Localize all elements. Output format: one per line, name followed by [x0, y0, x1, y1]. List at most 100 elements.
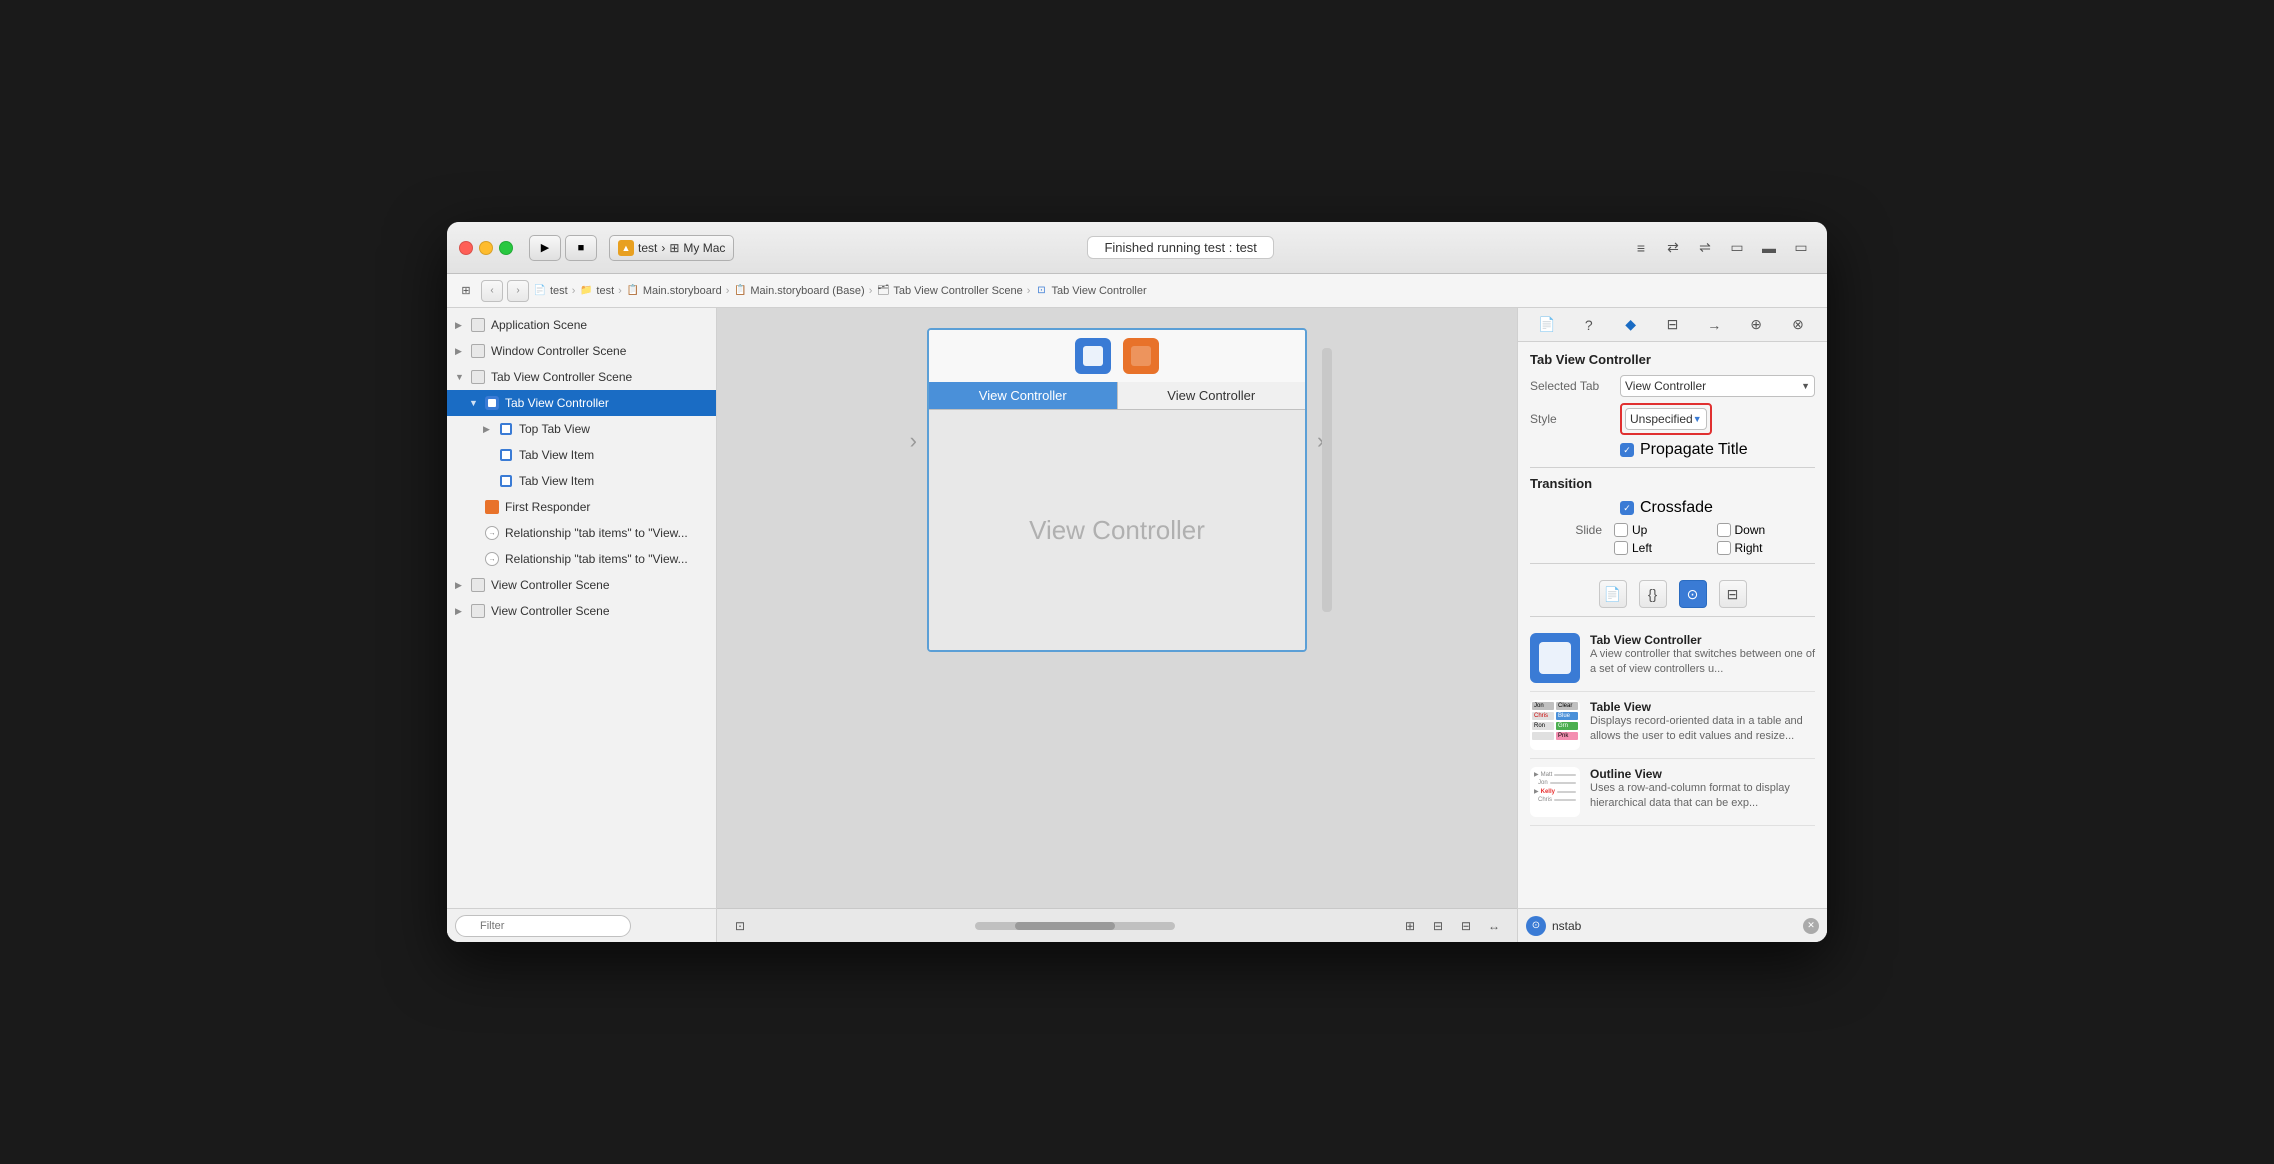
canvas-hscrollbar[interactable] [975, 922, 1175, 930]
breadcrumb-item-1[interactable]: 📁 test [579, 284, 614, 298]
scene-icons-row [929, 330, 1305, 382]
align-icon[interactable]: ⊟ [1427, 915, 1449, 937]
grid-bottom-icon[interactable]: ⊞ [1399, 915, 1421, 937]
outline-rows: ▶ Matt Jon ▶ Kelly [1532, 769, 1578, 805]
debug-icon[interactable]: ▬ [1755, 235, 1783, 261]
sidebar-label-first-responder: First Responder [505, 500, 590, 514]
minimize-button[interactable] [479, 241, 493, 255]
inspector-effects-icon[interactable]: ⊗ [1785, 312, 1811, 338]
library-search-input[interactable] [1552, 915, 1797, 937]
fit-icon[interactable]: ⊡ [729, 915, 751, 937]
inspector-help-icon[interactable]: ? [1576, 312, 1602, 338]
expand-arrow: ▼ [469, 398, 483, 408]
storyboard-icon [469, 576, 487, 594]
table-row-mini-1: Chris Blue [1532, 712, 1578, 720]
sidebar-label-top-tab-view: Top Tab View [519, 422, 590, 436]
sidebar-item-tab-view-controller-scene[interactable]: ▼ Tab View Controller Scene [447, 364, 716, 390]
propagate-title-label: Propagate Title [1640, 441, 1748, 459]
breadcrumb-label-5: Tab View Controller [1051, 285, 1146, 297]
storyboard-icon-0: 📄 [533, 284, 547, 298]
inspector-file-icon[interactable]: 📄 [1534, 312, 1560, 338]
panel-file-icon-btn[interactable]: 📄 [1599, 580, 1627, 608]
inspector-connections-icon[interactable]: → [1701, 312, 1727, 338]
back-button[interactable]: ‹ [481, 280, 503, 302]
tab-btn-1[interactable]: View Controller [1118, 382, 1306, 409]
panel-circle-icon-btn[interactable]: ⊙ [1679, 580, 1707, 608]
sidebar-item-window-controller-scene[interactable]: ▶ Window Controller Scene [447, 338, 716, 364]
sidebar-label-relationship-1: Relationship "tab items" to "View... [505, 526, 688, 540]
sidebar-item-relationship-2[interactable]: → Relationship "tab items" to "View... [447, 546, 716, 572]
fullscreen-button[interactable] [499, 241, 513, 255]
sidebar-item-application-scene[interactable]: ▶ Application Scene [447, 312, 716, 338]
storyboard-icon [469, 602, 487, 620]
style-select[interactable]: Unspecified ▼ [1625, 408, 1707, 430]
right-checkbox[interactable] [1717, 541, 1731, 555]
view-icon [497, 446, 515, 464]
breadcrumb-item-3[interactable]: 📋 Main.storyboard (Base) [733, 284, 864, 298]
breadcrumb-item-0[interactable]: 📄 test [533, 284, 568, 298]
close-button[interactable] [459, 241, 473, 255]
inspector-size-icon[interactable]: ⊟ [1659, 312, 1685, 338]
left-checkbox[interactable] [1614, 541, 1628, 555]
filter-input[interactable] [455, 915, 631, 937]
navigator-icon[interactable]: ▭ [1723, 235, 1751, 261]
sidebar-item-first-responder[interactable]: First Responder [447, 494, 716, 520]
down-row: Down [1717, 523, 1816, 537]
forward-button[interactable]: › [507, 280, 529, 302]
breadcrumb-item-4[interactable]: 🗂 Tab View Controller Scene [876, 284, 1022, 298]
panel-braces-icon-btn[interactable]: {} [1639, 580, 1667, 608]
up-label: Up [1632, 523, 1647, 537]
down-checkbox[interactable] [1717, 523, 1731, 537]
tab-icon-5: ⊡ [1034, 284, 1048, 298]
breadcrumb-sep-3: › [869, 285, 873, 297]
table-cell: Chris [1532, 712, 1554, 720]
panel-table-icon-btn[interactable]: ⊟ [1719, 580, 1747, 608]
run-button[interactable]: ▶ [529, 235, 561, 261]
inspector-icon[interactable]: ▭ [1787, 235, 1815, 261]
target-name: My Mac [683, 241, 725, 255]
sidebar-item-tab-view-item-1[interactable]: Tab View Item [447, 442, 716, 468]
sidebar-item-tab-view-item-2[interactable]: Tab View Item [447, 468, 716, 494]
canvas-vscrollbar[interactable] [1322, 348, 1332, 612]
breadcrumb-item-2[interactable]: 📋 Main.storyboard [626, 284, 722, 298]
zoom-icon[interactable]: ↔ [1483, 915, 1505, 937]
stop-button[interactable]: ■ [565, 235, 597, 261]
library-search-clear-button[interactable]: ✕ [1803, 918, 1819, 934]
outline-bar-1 [1554, 774, 1576, 776]
crossfade-checkbox[interactable] [1620, 501, 1634, 515]
grid-icon[interactable]: ⊞ [455, 280, 477, 302]
sidebar-item-top-tab-view[interactable]: ▶ Top Tab View [447, 416, 716, 442]
tab-selector-row: View Controller View Controller [929, 382, 1305, 410]
breadcrumb-item-5[interactable]: ⊡ Tab View Controller [1034, 284, 1146, 298]
panel-style-row: Style Unspecified ▼ [1530, 403, 1815, 435]
inspector-attributes-icon[interactable]: ◆ [1618, 312, 1644, 338]
tab-view-controller-info: Tab View Controller A view controller th… [1590, 633, 1815, 683]
relationship-icon: → [483, 550, 501, 568]
aspect-icon[interactable]: ⊟ [1455, 915, 1477, 937]
sidebar-item-view-controller-scene-2[interactable]: ▶ View Controller Scene [447, 598, 716, 624]
outline-row-2: Jon [1534, 780, 1576, 786]
canvas-hscrollbar-container [751, 922, 1399, 930]
scene-frame: View Controller View Controller View Con… [927, 328, 1307, 652]
outline-name-1: Matt [1541, 772, 1553, 778]
up-checkbox[interactable] [1614, 523, 1628, 537]
table-row-mini-header: Jon Clear [1532, 702, 1578, 710]
sidebar-item-tab-view-controller[interactable]: ▼ Tab View Controller [447, 390, 716, 416]
editor-standard-icon[interactable]: ≡ [1627, 235, 1655, 261]
canvas-scroll[interactable]: › [717, 308, 1517, 908]
breadcrumb-label-3: Main.storyboard (Base) [750, 285, 864, 297]
sidebar-item-view-controller-scene-1[interactable]: ▶ View Controller Scene [447, 572, 716, 598]
editor-version-icon[interactable]: ⇌ [1691, 235, 1719, 261]
editor-assistant-icon[interactable]: ⇄ [1659, 235, 1687, 261]
outline-arrow-3: ▶ [1534, 788, 1539, 795]
inspector-bindings-icon[interactable]: ⊕ [1743, 312, 1769, 338]
table-cell: Grn [1556, 722, 1578, 730]
scheme-selector[interactable]: ▲ test › ⊞ My Mac [609, 235, 734, 261]
tab-btn-0[interactable]: View Controller [929, 382, 1118, 409]
selected-tab-select[interactable]: View Controller ▼ [1620, 375, 1815, 397]
component-desc-tab: A view controller that switches between … [1590, 647, 1815, 678]
up-row: Up [1614, 523, 1713, 537]
canvas-bottom-icons-right: ⊞ ⊟ ⊟ ↔ [1399, 915, 1505, 937]
sidebar-item-relationship-1[interactable]: → Relationship "tab items" to "View... [447, 520, 716, 546]
propagate-title-checkbox[interactable] [1620, 443, 1634, 457]
